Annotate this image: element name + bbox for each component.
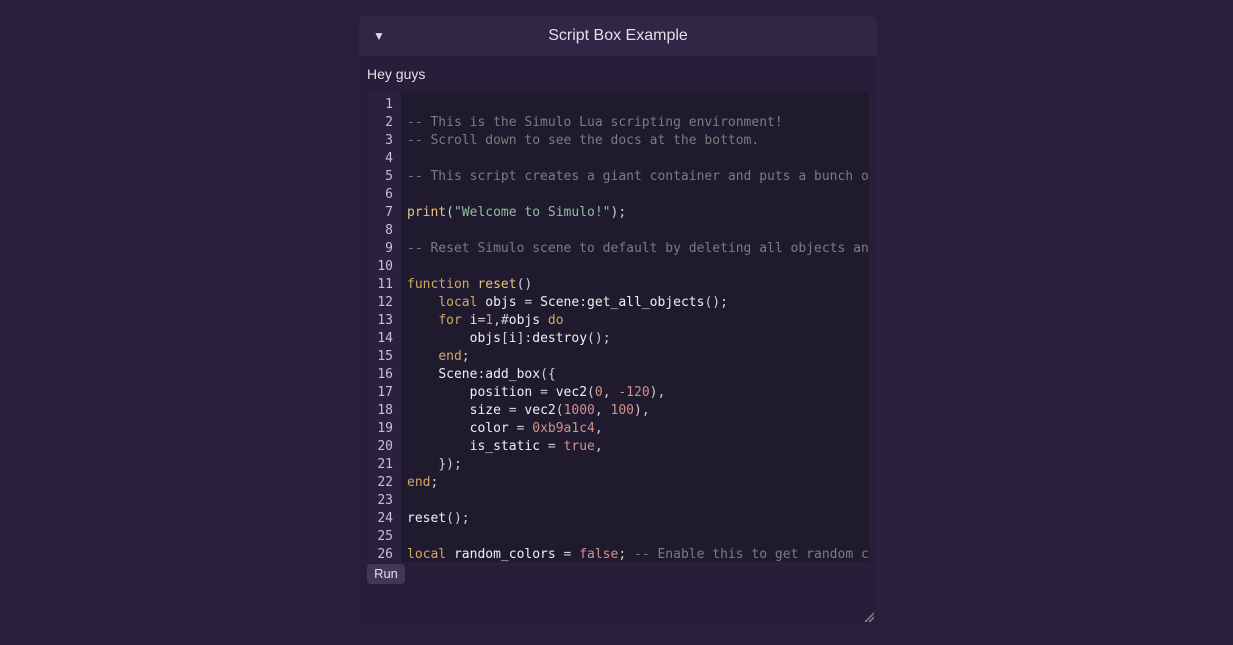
- line-number: 20: [373, 438, 393, 456]
- code-line[interactable]: [407, 96, 869, 114]
- code-line[interactable]: reset();: [407, 510, 869, 528]
- line-number: 26: [373, 546, 393, 562]
- line-number: 25: [373, 528, 393, 546]
- code-line[interactable]: is_static = true,: [407, 438, 869, 456]
- code-line[interactable]: local random_colors = false; -- Enable t…: [407, 546, 869, 562]
- code-line[interactable]: color = 0xb9a1c4,: [407, 420, 869, 438]
- code-line[interactable]: -- This script creates a giant container…: [407, 168, 869, 186]
- code-line[interactable]: -- Reset Simulo scene to default by dele…: [407, 240, 869, 258]
- line-number: 6: [373, 186, 393, 204]
- script-box-panel: ▼ Script Box Example Hey guys 1234567891…: [359, 16, 877, 625]
- code-line[interactable]: [407, 222, 869, 240]
- code-line[interactable]: objs[i]:destroy();: [407, 330, 869, 348]
- code-line[interactable]: -- This is the Simulo Lua scripting envi…: [407, 114, 869, 132]
- code-line[interactable]: [407, 258, 869, 276]
- line-number: 5: [373, 168, 393, 186]
- code-line[interactable]: local objs = Scene:get_all_objects();: [407, 294, 869, 312]
- code-line[interactable]: [407, 186, 869, 204]
- code-line[interactable]: function reset(): [407, 276, 869, 294]
- line-number: 24: [373, 510, 393, 528]
- collapse-icon[interactable]: ▼: [373, 29, 385, 43]
- code-line[interactable]: size = vec2(1000, 100),: [407, 402, 869, 420]
- line-number: 18: [373, 402, 393, 420]
- run-button[interactable]: Run: [367, 564, 405, 584]
- line-number: 1: [373, 96, 393, 114]
- panel-header: ▼ Script Box Example: [359, 16, 877, 56]
- line-number: 7: [373, 204, 393, 222]
- line-number: 13: [373, 312, 393, 330]
- line-number: 4: [373, 150, 393, 168]
- code-line[interactable]: print("Welcome to Simulo!");: [407, 204, 869, 222]
- line-number: 15: [373, 348, 393, 366]
- code-line[interactable]: });: [407, 456, 869, 474]
- code-line[interactable]: [407, 528, 869, 546]
- code-line[interactable]: end;: [407, 348, 869, 366]
- line-number: 23: [373, 492, 393, 510]
- panel-title: Script Box Example: [359, 27, 877, 45]
- line-number: 22: [373, 474, 393, 492]
- code-line[interactable]: end;: [407, 474, 869, 492]
- line-number: 3: [373, 132, 393, 150]
- line-number: 10: [373, 258, 393, 276]
- resize-handle-icon[interactable]: [861, 609, 875, 623]
- line-number: 21: [373, 456, 393, 474]
- line-number: 2: [373, 114, 393, 132]
- line-number: 8: [373, 222, 393, 240]
- line-number: 12: [373, 294, 393, 312]
- code-line[interactable]: [407, 492, 869, 510]
- line-number: 9: [373, 240, 393, 258]
- line-number: 19: [373, 420, 393, 438]
- line-number-gutter: 1234567891011121314151617181920212223242…: [367, 92, 401, 562]
- line-number: 17: [373, 384, 393, 402]
- code-line[interactable]: [407, 150, 869, 168]
- greeting-text: Hey guys: [367, 64, 869, 92]
- line-number: 14: [373, 330, 393, 348]
- code-line[interactable]: position = vec2(0, -120),: [407, 384, 869, 402]
- code-content[interactable]: -- This is the Simulo Lua scripting envi…: [401, 92, 869, 562]
- code-editor[interactable]: 1234567891011121314151617181920212223242…: [367, 92, 869, 562]
- line-number: 11: [373, 276, 393, 294]
- code-line[interactable]: -- Scroll down to see the docs at the bo…: [407, 132, 869, 150]
- panel-body: Hey guys 1234567891011121314151617181920…: [359, 56, 877, 625]
- line-number: 16: [373, 366, 393, 384]
- code-line[interactable]: Scene:add_box({: [407, 366, 869, 384]
- code-line[interactable]: for i=1,#objs do: [407, 312, 869, 330]
